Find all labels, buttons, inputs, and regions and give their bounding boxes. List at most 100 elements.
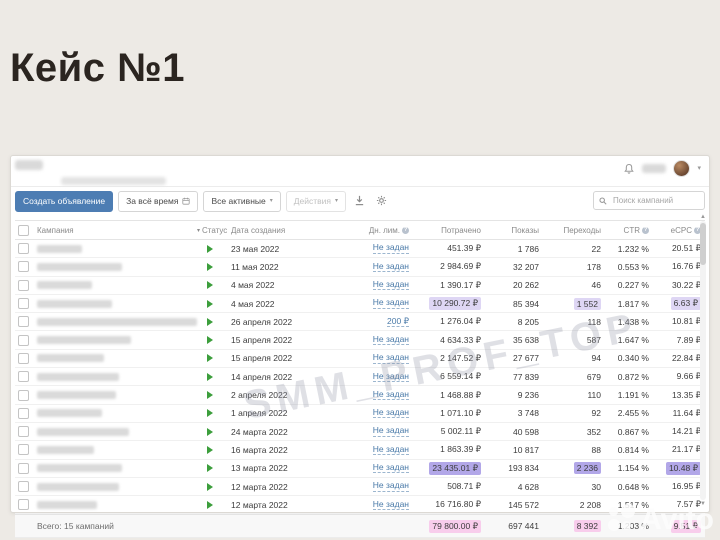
row-checkbox[interactable] [18,371,29,382]
info-icon[interactable]: ? [402,227,409,234]
daily-limit-link[interactable]: Не задан [373,243,409,253]
chevron-down-icon[interactable]: ▾ [697,165,701,172]
status-active-icon[interactable] [207,483,213,491]
column-header-Дн. лим.[interactable]: Дн. лим.? [327,226,409,235]
row-checkbox[interactable] [18,298,29,309]
column-header-Показы[interactable]: Показы [481,226,539,235]
period-button[interactable]: За всё время [118,191,198,212]
row-checkbox[interactable] [18,390,29,401]
column-header-Статус[interactable]: ▾Статус [197,226,231,235]
status-active-icon[interactable] [207,373,213,381]
status-active-icon[interactable] [207,409,213,417]
row-checkbox[interactable] [18,481,29,492]
status-filter-dropdown[interactable]: Все активные ▾ [203,191,280,212]
daily-limit-link[interactable]: Не задан [373,262,409,272]
status-active-icon[interactable] [207,281,213,289]
cell-spent: 6 559.14 ₽ [409,371,481,382]
column-header-CTR[interactable]: CTR? [601,226,649,235]
cell-ctr: 0.648 % [601,482,649,492]
blurred-logo [15,160,43,170]
table-row: 11 мая 2022Не задан2 984.69 ₽32 2071780.… [15,258,705,276]
scroll-up-arrow[interactable]: ▲ [700,214,706,220]
daily-limit-link[interactable]: Не задан [373,335,409,345]
campaign-name-blurred[interactable] [37,336,131,344]
daily-limit-link[interactable]: Не задан [373,353,409,363]
daily-limit-link[interactable]: Не задан [373,408,409,418]
campaign-name-blurred[interactable] [37,464,122,472]
cell-impressions: 193 834 [481,463,539,473]
row-checkbox[interactable] [18,243,29,254]
daily-limit-link[interactable]: 200 ₽ [387,317,409,327]
row-checkbox[interactable] [18,316,29,327]
row-checkbox[interactable] [18,261,29,272]
column-header-Дата создания[interactable]: Дата создания [231,226,327,235]
row-checkbox[interactable] [18,499,29,510]
row-checkbox[interactable] [18,353,29,364]
info-icon[interactable]: ? [642,227,649,234]
status-active-icon[interactable] [207,446,213,454]
cell-impressions: 85 394 [481,299,539,309]
scroll-down-arrow[interactable]: ▼ [700,501,706,507]
column-header-Переходы[interactable]: Переходы [539,226,601,235]
daily-limit-link[interactable]: Не задан [373,500,409,510]
status-active-icon[interactable] [207,464,213,472]
status-active-icon[interactable] [207,336,213,344]
cell-ecpc: 6.63 ₽ [649,297,701,310]
row-checkbox[interactable] [18,280,29,291]
status-active-icon[interactable] [207,245,213,253]
search-input[interactable] [611,195,699,206]
campaign-name-blurred[interactable] [37,300,112,308]
cell-created-date: 1 апреля 2022 [231,408,327,418]
campaign-name-blurred[interactable] [37,391,116,399]
scrollbar-thumb[interactable] [700,223,706,265]
status-active-icon[interactable] [207,428,213,436]
status-active-icon[interactable] [207,501,213,509]
row-checkbox[interactable] [18,463,29,474]
daily-limit-link[interactable]: Не задан [373,280,409,290]
daily-limit-link[interactable]: Не задан [373,463,409,473]
row-checkbox[interactable] [18,335,29,346]
column-header-Потрачено[interactable]: Потрачено [409,226,481,235]
campaign-name-blurred[interactable] [37,281,92,289]
cell-ctr: 0.867 % [601,427,649,437]
status-active-icon[interactable] [207,263,213,271]
create-ad-button[interactable]: Создать объявление [15,191,113,212]
campaign-name-blurred[interactable] [37,428,129,436]
select-all-checkbox[interactable] [18,225,29,236]
campaign-name-blurred[interactable] [37,446,94,454]
daily-limit-link[interactable]: Не задан [373,426,409,436]
status-active-icon[interactable] [207,354,213,362]
daily-limit-link[interactable]: Не задан [373,390,409,400]
campaign-name-blurred[interactable] [37,318,197,326]
daily-limit-link[interactable]: Не задан [373,298,409,308]
row-checkbox[interactable] [18,444,29,455]
column-header-Кампания[interactable]: Кампания [37,226,197,235]
cell-ecpc: 16.76 ₽ [649,261,701,272]
campaign-name-blurred[interactable] [37,373,119,381]
column-header-eCPC[interactable]: eCPC? [649,226,701,235]
campaign-name-blurred[interactable] [37,501,97,509]
campaign-name-blurred[interactable] [37,483,119,491]
status-active-icon[interactable] [207,391,213,399]
campaign-name-blurred[interactable] [37,354,104,362]
export-download-button[interactable] [351,191,368,210]
daily-limit-link[interactable]: Не задан [373,481,409,491]
row-checkbox[interactable] [18,408,29,419]
daily-limit-link[interactable]: Не задан [373,445,409,455]
settings-button[interactable] [373,191,390,210]
blurred-nav-tab[interactable] [61,177,166,185]
select-all-checkbox-cell[interactable] [15,225,37,236]
avatar[interactable] [673,160,690,177]
actions-dropdown[interactable]: Действия ▾ [286,191,346,212]
daily-limit-link[interactable]: Не задан [373,372,409,382]
screenshot: Кейс №1 ▾ Создать объявление За всё врем… [0,0,720,540]
campaign-name-blurred[interactable] [37,245,82,253]
status-active-icon[interactable] [207,300,213,308]
bell-icon[interactable] [623,163,635,175]
campaign-name-blurred[interactable] [37,409,102,417]
row-checkbox[interactable] [18,426,29,437]
campaign-name-blurred[interactable] [37,263,122,271]
scrollbar-track[interactable] [700,221,706,500]
total-impressions: 697 441 [481,521,539,531]
status-active-icon[interactable] [207,318,213,326]
